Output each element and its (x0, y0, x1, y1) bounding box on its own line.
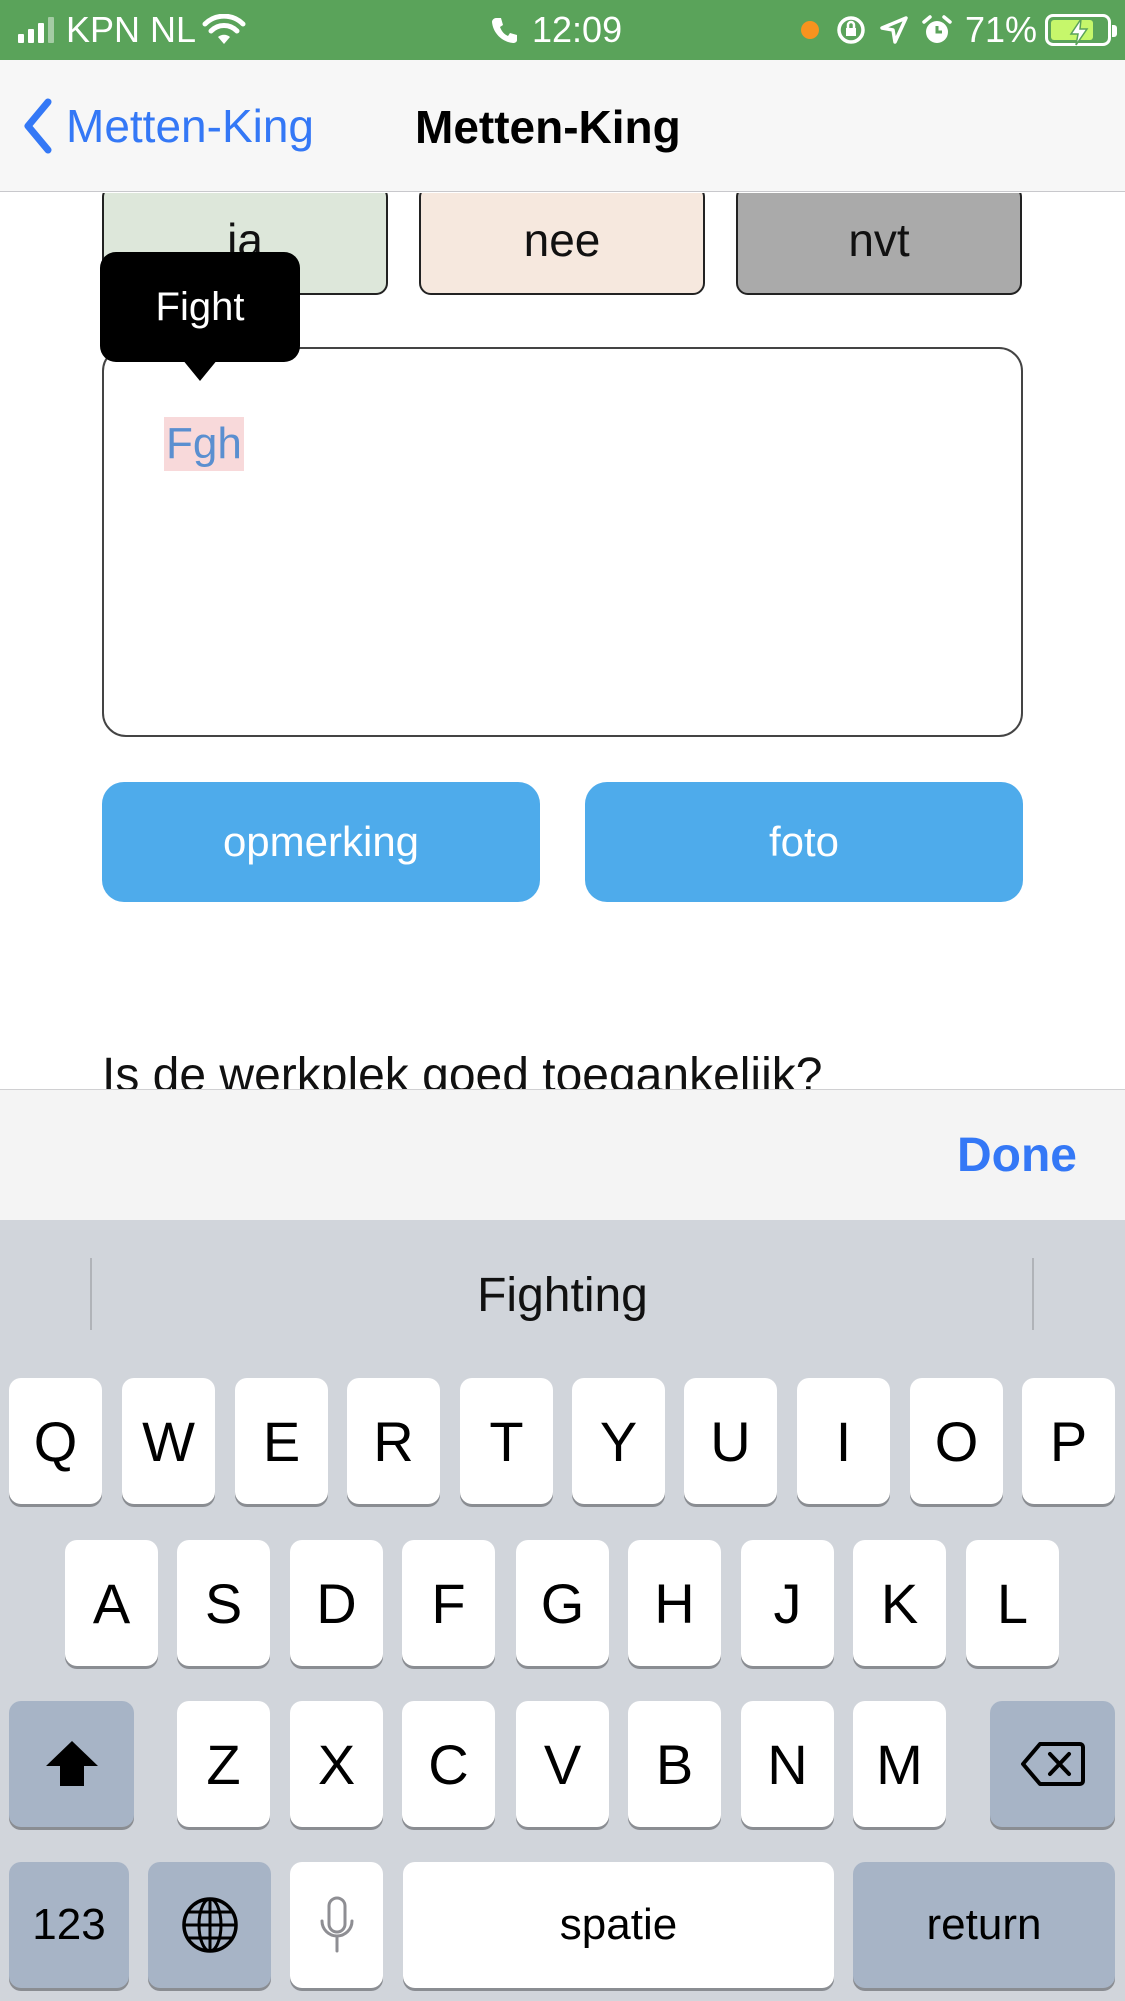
autocorrect-tooltip[interactable]: Fight (100, 252, 300, 362)
navigation-bar: Metten-King Metten-King (0, 60, 1125, 192)
status-bar: KPN NL 12:09 71% (0, 0, 1125, 60)
globe-key[interactable] (148, 1862, 271, 1988)
chevron-left-icon (24, 98, 52, 154)
key-f[interactable]: F (402, 1540, 495, 1666)
key-i[interactable]: I (797, 1378, 890, 1504)
form-content: ja nee nvt Fgh Fight opmerking foto Is d… (0, 193, 1125, 1089)
suggestion-divider (1032, 1258, 1034, 1330)
return-key[interactable]: return (853, 1862, 1115, 1988)
key-e[interactable]: E (235, 1378, 328, 1504)
next-question-label: Is de werkplek goed toegankelijk? (102, 1049, 823, 1089)
space-key[interactable]: spatie (403, 1862, 834, 1988)
microphone-icon (320, 1896, 353, 1953)
choice-nvt-button[interactable]: nvt (736, 193, 1022, 295)
done-button[interactable]: Done (957, 1128, 1077, 1183)
globe-icon (181, 1897, 238, 1953)
key-n[interactable]: N (741, 1701, 834, 1827)
backspace-key[interactable] (990, 1701, 1115, 1827)
battery-percentage: 71% (964, 9, 1037, 50)
key-r[interactable]: R (347, 1378, 440, 1504)
keyboard-accessory-toolbar: Done (0, 1089, 1125, 1220)
remark-textarea[interactable]: Fgh (102, 347, 1023, 737)
key-m[interactable]: M (853, 1701, 946, 1827)
key-x[interactable]: X (290, 1701, 383, 1827)
key-h[interactable]: H (628, 1540, 721, 1666)
typed-text: Fgh (164, 417, 244, 471)
signal-icon (18, 17, 54, 43)
location-icon (880, 16, 908, 44)
back-button[interactable]: Metten-King (22, 98, 314, 154)
rotation-lock-icon (837, 16, 865, 44)
key-g[interactable]: G (516, 1540, 609, 1666)
battery-icon (1045, 14, 1117, 46)
backspace-icon (1020, 1742, 1085, 1786)
choice-nee-button[interactable]: nee (419, 193, 705, 295)
key-t[interactable]: T (460, 1378, 553, 1504)
shift-icon (45, 1741, 98, 1786)
key-l[interactable]: L (966, 1540, 1059, 1666)
key-b[interactable]: B (628, 1701, 721, 1827)
clock-time: 12:09 (532, 9, 623, 50)
key-c[interactable]: C (402, 1701, 495, 1827)
key-j[interactable]: J (741, 1540, 834, 1666)
key-s[interactable]: S (177, 1540, 270, 1666)
key-v[interactable]: V (516, 1701, 609, 1827)
key-z[interactable]: Z (177, 1701, 270, 1827)
wifi-icon (202, 14, 246, 44)
back-label: Metten-King (66, 100, 315, 152)
page-title: Metten-King (415, 101, 681, 153)
mic-in-use-dot (800, 21, 819, 39)
key-d[interactable]: D (290, 1540, 383, 1666)
numbers-key[interactable]: 123 (9, 1862, 129, 1988)
key-u[interactable]: U (684, 1378, 777, 1504)
key-w[interactable]: W (122, 1378, 215, 1504)
phone-icon (492, 18, 517, 43)
opmerking-button[interactable]: opmerking (102, 782, 540, 902)
tooltip-arrow (182, 359, 218, 381)
key-y[interactable]: Y (572, 1378, 665, 1504)
keyboard: Fighting Q W E R T Y U I O P A S D F G H… (0, 1220, 1125, 2001)
shift-key[interactable] (9, 1701, 134, 1827)
key-o[interactable]: O (910, 1378, 1003, 1504)
carrier-label: KPN NL (66, 9, 197, 50)
suggestion-word[interactable]: Fighting (0, 1268, 1125, 1323)
key-p[interactable]: P (1022, 1378, 1115, 1504)
alarm-icon (922, 15, 952, 43)
key-k[interactable]: K (853, 1540, 946, 1666)
foto-button[interactable]: foto (585, 782, 1023, 902)
microphone-key[interactable] (290, 1862, 383, 1988)
key-q[interactable]: Q (9, 1378, 102, 1504)
suggestion-bar: Fighting (0, 1220, 1125, 1370)
key-a[interactable]: A (65, 1540, 158, 1666)
